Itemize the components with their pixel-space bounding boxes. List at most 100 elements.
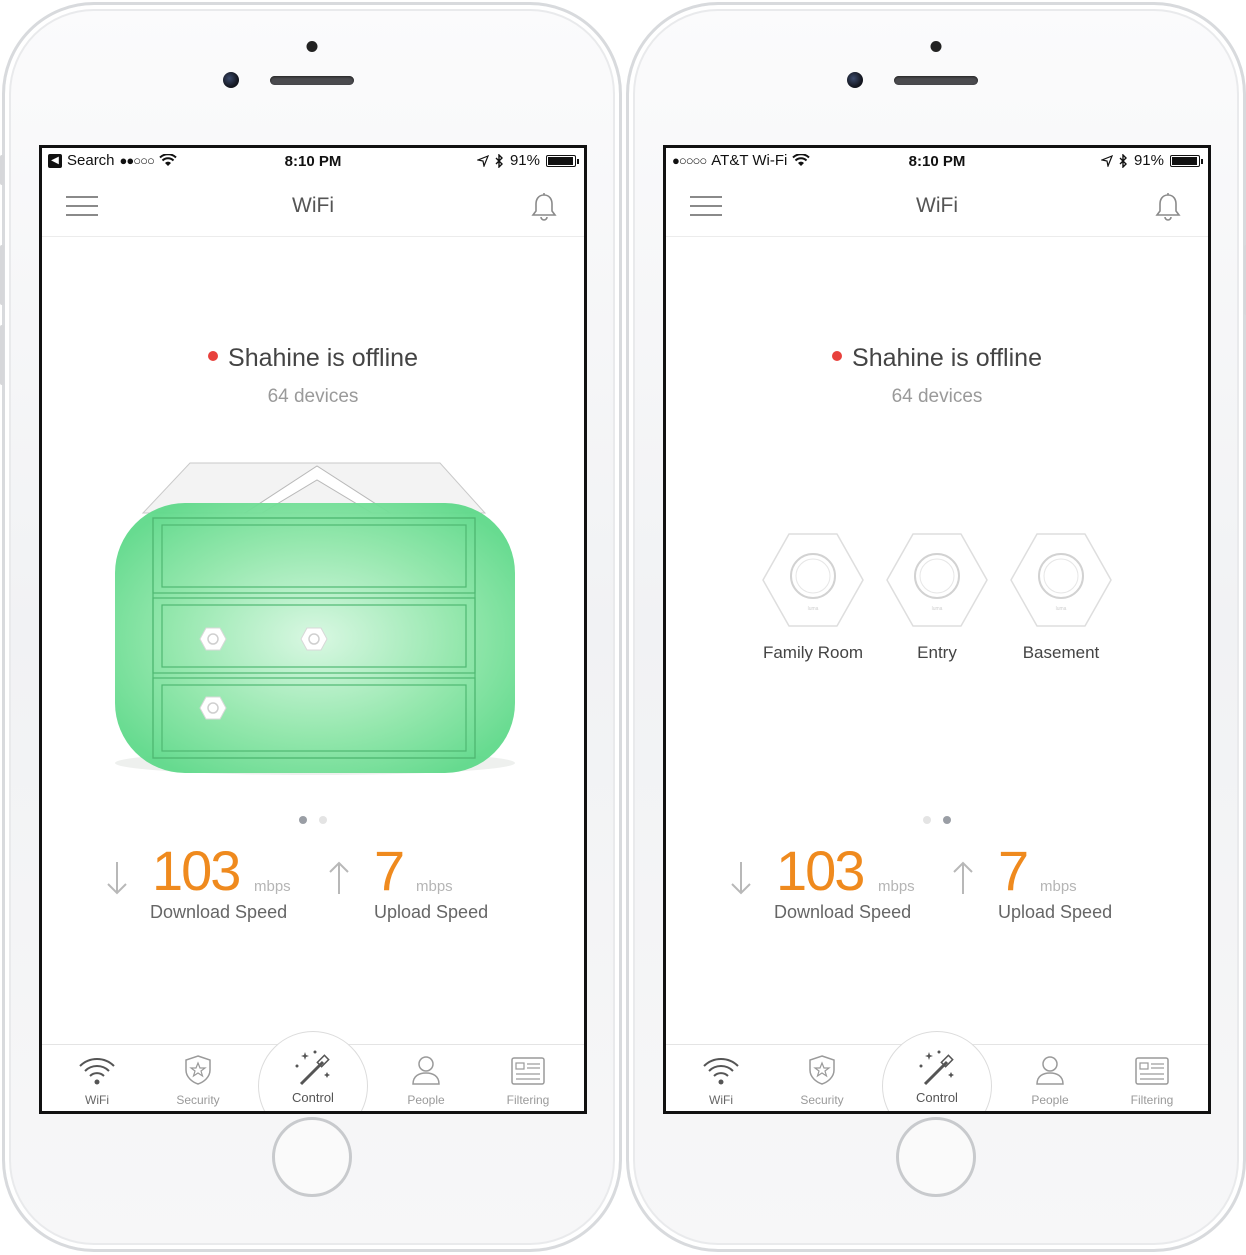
network-status: Shahine is offline <box>42 344 584 373</box>
tab-people-label: People <box>1031 1093 1069 1107</box>
person-icon <box>1036 1056 1064 1085</box>
house-coverage-map[interactable] <box>110 458 520 778</box>
tab-wifi[interactable]: WiFi <box>47 1056 147 1107</box>
tab-wifi-label: WiFi <box>85 1093 109 1107</box>
battery-icon <box>546 154 579 167</box>
tab-wifi[interactable]: WiFi <box>671 1056 771 1107</box>
tab-security[interactable]: Security <box>148 1054 248 1107</box>
tab-bar: WiFi Security Control People Filtering <box>42 1031 584 1111</box>
page-indicator <box>42 816 584 824</box>
tab-control-label: Control <box>292 1090 334 1105</box>
page-dot-2[interactable] <box>943 816 951 824</box>
proximity-sensor <box>930 41 942 52</box>
magic-wand-icon <box>295 1050 330 1086</box>
battery-percent: 91% <box>1133 152 1164 169</box>
battery-percent: 91% <box>509 152 540 169</box>
filter-list-icon <box>1135 1057 1169 1085</box>
home-button[interactable] <box>896 1117 976 1197</box>
page-dot-1[interactable] <box>923 816 931 824</box>
earpiece-speaker <box>894 76 978 85</box>
earpiece-speaker <box>270 76 354 85</box>
download-speed-unit: mbps <box>878 878 915 895</box>
svg-text:luma: luma <box>932 606 943 612</box>
nav-bar: WiFi <box>666 174 1208 237</box>
page-indicator <box>666 816 1208 824</box>
tab-filtering-label: Filtering <box>506 1093 550 1107</box>
svg-text:luma: luma <box>1056 606 1067 612</box>
tab-security-label: Security <box>176 1093 220 1107</box>
network-status: Shahine is offline <box>666 344 1208 373</box>
bell-icon[interactable] <box>530 192 558 222</box>
upload-speed-label: Upload Speed <box>998 902 1113 922</box>
front-camera <box>223 72 239 88</box>
offline-indicator-dot <box>208 351 219 362</box>
tab-security[interactable]: Security <box>772 1054 872 1107</box>
proximity-sensor <box>306 41 318 52</box>
download-arrow-icon <box>107 862 127 895</box>
offline-indicator-dot <box>832 351 843 362</box>
speed-panel: 103 mbps Download Speed 7 mbps Upload Sp… <box>666 838 1208 928</box>
screen: ◀ Search ●●○○○ 8:10 PM 91% WiFi Shahine … <box>39 145 587 1114</box>
page-title: WiFi <box>916 194 958 217</box>
tab-control[interactable]: Control <box>882 1031 992 1111</box>
download-speed-label: Download Speed <box>774 902 912 922</box>
tab-bar: WiFi Security Control People Filtering <box>666 1031 1208 1111</box>
tab-people[interactable]: People <box>376 1054 476 1107</box>
location-icon <box>1100 154 1113 167</box>
shield-star-icon <box>809 1055 835 1085</box>
network-status-text: Shahine is offline <box>852 344 1042 372</box>
upload-speed-unit: mbps <box>1040 878 1077 895</box>
router-node-marker <box>199 696 227 720</box>
person-icon <box>412 1056 440 1085</box>
upload-speed-unit: mbps <box>416 878 453 895</box>
node-family-room[interactable]: luma Family Room <box>759 530 867 663</box>
device-count[interactable]: 64 devices <box>42 386 584 408</box>
phone-left: ◀ Search ●●○○○ 8:10 PM 91% WiFi Shahine … <box>0 2 622 1252</box>
node-entry[interactable]: luma Entry <box>883 530 991 663</box>
nav-bar: WiFi <box>42 174 584 237</box>
wifi-icon <box>79 1057 115 1085</box>
network-status-text: Shahine is offline <box>228 344 418 372</box>
front-camera <box>847 72 863 88</box>
magic-wand-icon <box>919 1050 954 1086</box>
svg-text:luma: luma <box>808 606 819 612</box>
node-label: Family Room <box>762 643 864 662</box>
tab-filtering[interactable]: Filtering <box>478 1056 578 1107</box>
volume-down-button <box>0 325 4 385</box>
location-icon <box>476 154 489 167</box>
filter-list-icon <box>511 1057 545 1085</box>
tab-security-label: Security <box>800 1093 844 1107</box>
download-arrow-icon <box>731 862 751 895</box>
page-dot-1[interactable] <box>299 816 307 824</box>
status-bar: ◀ Search ●●○○○ 8:10 PM 91% <box>42 148 584 174</box>
page-title: WiFi <box>292 194 334 217</box>
node-label: Entry <box>917 643 957 662</box>
upload-arrow-icon <box>953 861 973 894</box>
upload-speed-value: 7 <box>374 839 405 902</box>
bell-icon[interactable] <box>1154 192 1182 222</box>
luma-router-icon: luma <box>762 533 864 627</box>
tab-filtering-label: Filtering <box>1130 1093 1174 1107</box>
tab-people-label: People <box>407 1093 445 1107</box>
tab-control[interactable]: Control <box>258 1031 368 1111</box>
battery-icon <box>1170 154 1203 167</box>
status-bar: ●○○○○ AT&T Wi-Fi 8:10 PM 91% <box>666 148 1208 174</box>
page-dot-2[interactable] <box>319 816 327 824</box>
tab-control-label: Control <box>916 1090 958 1105</box>
bluetooth-icon <box>1119 153 1127 168</box>
speed-panel: 103 mbps Download Speed 7 mbps Upload Sp… <box>42 838 584 928</box>
node-basement[interactable]: luma Basement <box>1007 530 1115 663</box>
tab-people[interactable]: People <box>1000 1054 1100 1107</box>
shield-star-icon <box>185 1055 211 1085</box>
device-count[interactable]: 64 devices <box>666 386 1208 408</box>
upload-speed-value: 7 <box>998 839 1029 902</box>
mute-switch <box>0 155 4 185</box>
upload-arrow-icon <box>329 861 349 894</box>
phone-right: ●○○○○ AT&T Wi-Fi 8:10 PM 91% WiFi Shahin… <box>626 2 1246 1252</box>
screen: ●○○○○ AT&T Wi-Fi 8:10 PM 91% WiFi Shahin… <box>663 145 1211 1114</box>
download-speed-label: Download Speed <box>150 902 288 922</box>
router-node-marker <box>300 627 328 651</box>
tab-filtering[interactable]: Filtering <box>1102 1056 1202 1107</box>
node-label: Basement <box>1022 643 1100 662</box>
home-button[interactable] <box>272 1117 352 1197</box>
